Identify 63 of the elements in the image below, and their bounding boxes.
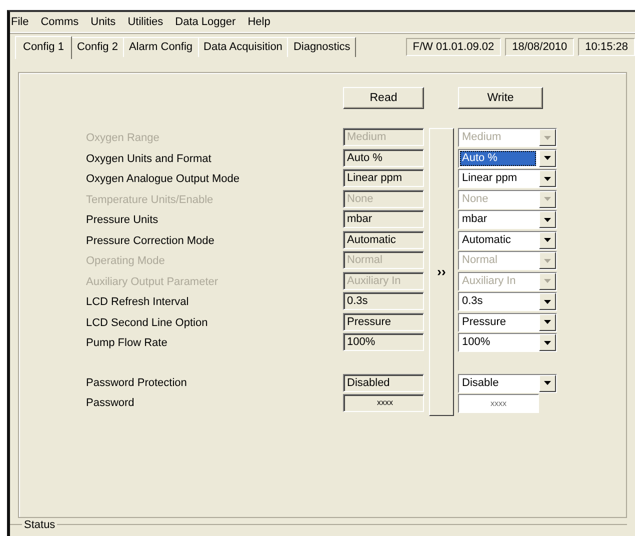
read-value-field: Normal (343, 251, 424, 269)
menu-item[interactable]: File (10, 14, 35, 30)
setting-label: Operating Mode (86, 254, 166, 269)
menu-item[interactable]: Comms (34, 14, 85, 30)
dropdown-arrow-icon (544, 258, 551, 262)
setting-label: Auxiliary Output Parameter (86, 274, 220, 290)
dropdown-arrow-icon (544, 279, 551, 283)
menu-item[interactable]: Help (242, 14, 276, 30)
tab[interactable]: Diagnostics (287, 37, 356, 57)
read-value-field: 100% (343, 333, 424, 351)
setting-label: Password (86, 396, 136, 412)
setting-label: Oxygen Analogue Output Mode (86, 172, 240, 187)
menu-item[interactable]: Data Logger (169, 14, 242, 30)
dropdown-arrow-icon (544, 197, 551, 201)
read-value-field: 0.3s (343, 292, 424, 310)
read-value-field: xxxx (343, 394, 424, 412)
dropdown[interactable]: Auto % (458, 148, 557, 168)
read-value-field: mbar (343, 210, 424, 228)
setting-label: Oxygen Units and Format (86, 152, 212, 166)
tab[interactable]: Config 1 (15, 36, 72, 58)
read-value-field: Linear ppm (343, 169, 424, 187)
dropdown-arrow-icon (544, 238, 551, 242)
dropdown-arrow-icon (544, 218, 551, 222)
dropdown[interactable]: mbar (458, 210, 557, 229)
setting-label: Pressure Units (86, 213, 160, 228)
dropdown[interactable]: Disable (458, 374, 557, 392)
status-field: 18/08/2010 (505, 38, 574, 56)
tab[interactable]: Alarm Config (122, 37, 199, 57)
dropdown-arrow-icon (544, 136, 551, 140)
dropdown-arrow-icon (544, 300, 551, 304)
read-value-field: None (343, 190, 424, 208)
read-value-field: Disabled (343, 374, 424, 392)
read-value-field: Auto % (343, 148, 424, 166)
menu-item[interactable]: Utilities (122, 14, 170, 30)
setting-label: Password Protection (86, 376, 188, 392)
setting-label: LCD Second Line Option (86, 316, 209, 330)
dropdown[interactable]: Automatic (458, 230, 557, 250)
read-value-field: Medium (343, 128, 424, 146)
read-value-field: Pressure (343, 312, 424, 330)
dropdown[interactable]: 100% (458, 333, 557, 352)
status-field: 10:15:28 (578, 38, 635, 56)
write-button[interactable]: Write (458, 87, 543, 109)
menu-item[interactable]: Units (84, 14, 122, 30)
dropdown[interactable]: Linear ppm (458, 169, 557, 188)
read-button[interactable]: Read (343, 87, 424, 109)
transfer-button[interactable]: ›› (429, 128, 454, 416)
setting-label: Pressure Correction Mode (86, 234, 216, 248)
read-value-field: Automatic (343, 230, 424, 248)
status-field: F/W 01.01.09.02 (406, 38, 502, 56)
dropdown-arrow-icon (544, 320, 551, 324)
dropdown[interactable]: Pressure (458, 312, 557, 332)
dropdown-arrow-icon (544, 156, 551, 160)
setting-label: Oxygen Range (86, 131, 160, 146)
read-value-field: Auxiliary In (343, 272, 424, 290)
dropdown-arrow-icon (544, 340, 551, 344)
tab[interactable]: Data Acquisition (198, 37, 288, 57)
setting-label: LCD Refresh Interval (86, 295, 190, 310)
dropdown-arrow-icon (544, 176, 551, 180)
dropdown[interactable]: 0.3s (458, 292, 557, 311)
setting-label: Temperature Units/Enable (86, 192, 214, 208)
dropdown-arrow-icon (544, 381, 551, 385)
setting-label: Pump Flow Rate (86, 336, 168, 351)
input-field[interactable]: xxxx (458, 394, 539, 412)
